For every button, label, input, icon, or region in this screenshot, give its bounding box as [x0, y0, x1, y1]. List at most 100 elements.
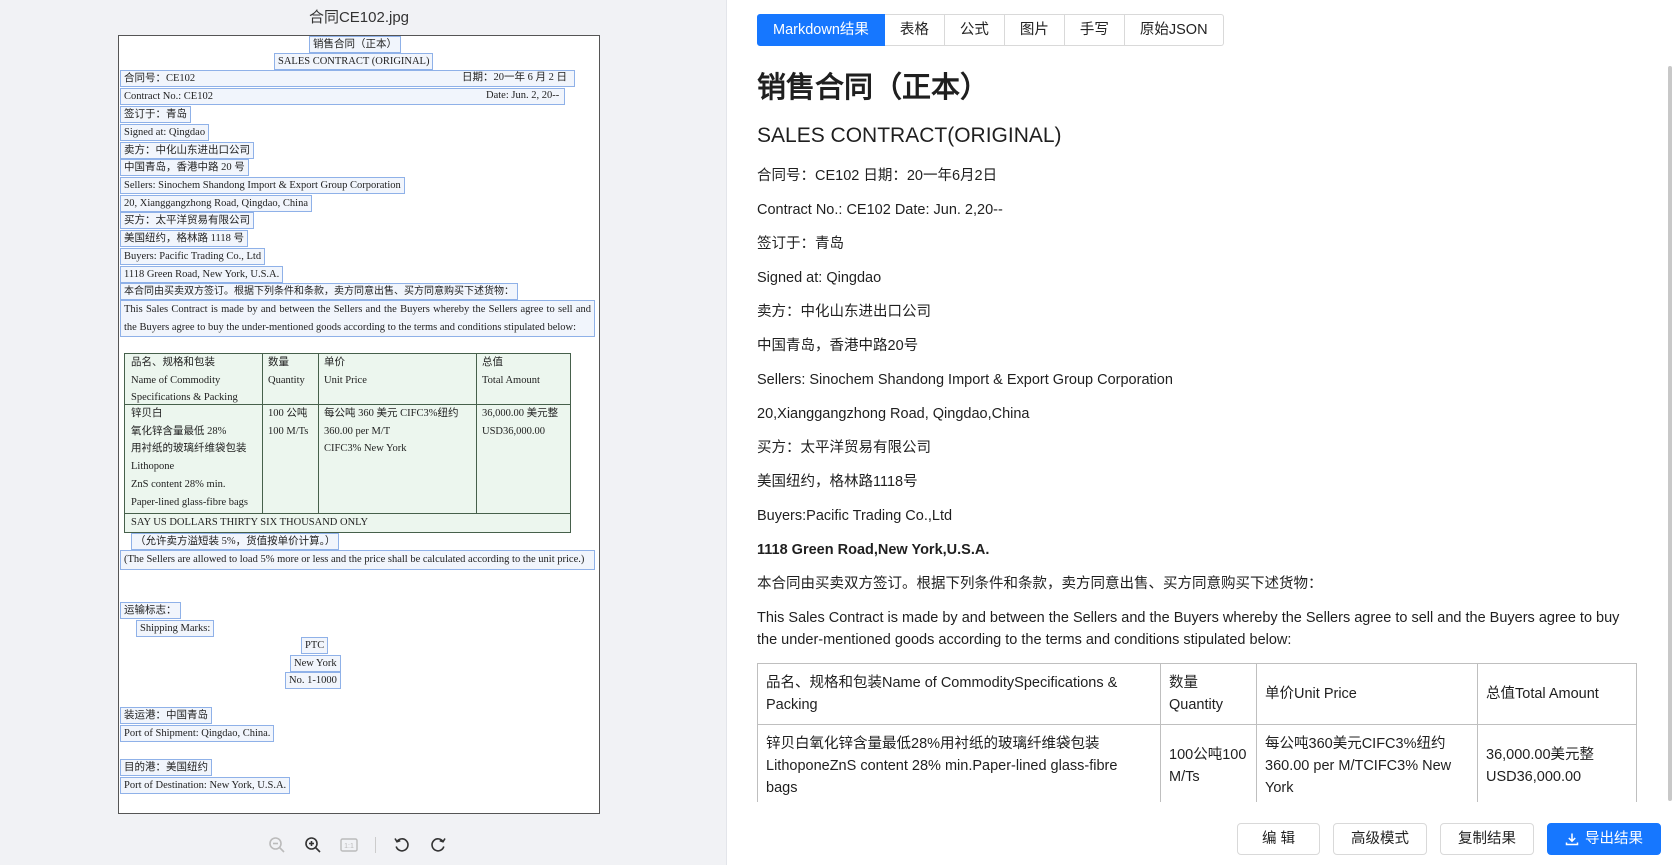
md-paragraph: 美国纽约，格林路1118号 [757, 474, 918, 490]
result-pane: Markdown结果 表格 公式 图片 手写 原始JSON 销售合同（正本） S… [728, 0, 1672, 865]
edit-button[interactable]: 编 辑 [1236, 823, 1320, 855]
tab-raw-json[interactable]: 原始JSON [1124, 14, 1224, 46]
doc-line[interactable]: Signed at: Qingdao [120, 124, 210, 141]
table-cell: 每公吨360美元CIFC3%纽约 360.00 per M/TCIFC3% Ne… [1256, 724, 1478, 802]
download-icon [1565, 833, 1579, 846]
doc-table-cell: 每公吨 360 美元 CIFC3%纽约 [324, 408, 459, 419]
doc-table-cell: 总值 [482, 357, 503, 368]
doc-line[interactable]: 美国纽约，格林路 1118 号 [120, 230, 248, 247]
table-header-cell: 数量Quantity [1160, 663, 1257, 725]
doc-table-cell: Lithopone [131, 461, 175, 473]
md-paragraph-bold: 1118 Green Road,New York,U.S.A. [757, 542, 990, 558]
doc-goods-table[interactable]: 品名、规格和包装 Name of Commodity Specification… [124, 353, 571, 533]
doc-table-cell: Paper-lined glass-fibre bags [131, 496, 249, 508]
doc-line[interactable]: 销售合同（正本） [309, 36, 401, 53]
doc-line[interactable]: Shipping Marks: [136, 620, 215, 637]
doc-table-cell: 锌贝白 [131, 408, 163, 419]
file-name: 合同CE102.jpg [308, 9, 410, 26]
doc-line[interactable]: New York [290, 655, 341, 672]
md-paragraph: Buyers:Pacific Trading Co.,Ltd [757, 508, 953, 524]
doc-line[interactable]: 签订于：青岛 [120, 106, 191, 123]
doc-table-cell: Name of Commodity [131, 374, 221, 386]
doc-line[interactable]: Port of Destination: New York, U.S.A. [120, 777, 291, 794]
md-paragraph: Sellers: Sinochem Shandong Import & Expo… [757, 372, 1173, 388]
doc-table-cell: 单价 [324, 357, 345, 368]
table-header-cell: 单价Unit Price [1256, 663, 1478, 725]
doc-table-cell: 360.00 per M/T [324, 425, 391, 437]
doc-line[interactable]: 目的港：美国纽约 [120, 759, 212, 776]
doc-table-cell: 100 M/Ts [268, 425, 309, 437]
rotate-right-icon[interactable] [427, 834, 449, 856]
zoom-toolbar: 1:1 [0, 834, 718, 856]
doc-line[interactable]: This Sales Contract is made by and betwe… [120, 300, 595, 337]
doc-line[interactable]: 1118 Green Road, New York, U.S.A. [120, 266, 284, 283]
doc-table-cell: 用衬纸的玻璃纤维袋包装 [131, 443, 247, 455]
doc-line[interactable]: 中国青岛，香港中路 20 号 [120, 159, 249, 176]
doc-table-cell: CIFC3% New York [324, 443, 407, 455]
zoom-out-icon[interactable] [266, 834, 288, 856]
zoom-in-icon[interactable] [302, 834, 324, 856]
tab-markdown[interactable]: Markdown结果 [757, 14, 885, 46]
doc-line[interactable]: Port of Shipment: Qingdao, China. [120, 725, 275, 742]
actual-size-icon[interactable]: 1:1 [338, 834, 360, 856]
doc-line[interactable]: 装运港：中国青岛 [120, 707, 212, 724]
table-cell: 锌贝白氧化锌含量最低28%用衬纸的玻璃纤维袋包装LithoponeZnS con… [757, 724, 1161, 802]
doc-table-cell: 氧化锌含量最低 28% [131, 425, 227, 437]
md-paragraph: 合同号：CE102 日期：20一年6月2日 [757, 168, 998, 184]
action-bar: 编 辑 高级模式 复制结果 导出结果 [1236, 823, 1661, 855]
md-paragraph: 签订于：青岛 [757, 236, 844, 252]
rotate-left-icon[interactable] [391, 834, 413, 856]
table-row: 锌贝白氧化锌含量最低28%用衬纸的玻璃纤维袋包装LithoponeZnS con… [757, 724, 1637, 802]
copy-result-button[interactable]: 复制结果 [1440, 823, 1534, 855]
doc-table-cell: USD36,000.00 [482, 425, 546, 437]
table-header-cell: 品名、规格和包装Name of CommoditySpecifications … [757, 663, 1161, 725]
doc-line[interactable]: SALES CONTRACT (ORIGINAL) [274, 53, 434, 70]
table-header-cell: 总值Total Amount [1477, 663, 1637, 725]
toolbar-divider [375, 837, 376, 853]
md-paragraph: 卖方：中化山东进出口公司 [757, 304, 931, 320]
document-preview-pane: 合同CE102.jpg 销售合同（正本） SALES CONTRACT (ORI… [0, 0, 727, 865]
document-page: 销售合同（正本） SALES CONTRACT (ORIGINAL) 合同号：C… [118, 35, 600, 814]
advanced-mode-button[interactable]: 高级模式 [1333, 823, 1427, 855]
tab-handwriting[interactable]: 手写 [1064, 14, 1125, 46]
markdown-result: 销售合同（正本） SALES CONTRACT(ORIGINAL) 合同号：CE… [757, 60, 1637, 802]
doc-table-cell: 数量 [268, 357, 289, 368]
doc-table-total: SAY US DOLLARS THIRTY SIX THOUSAND ONLY [131, 517, 369, 528]
tab-image[interactable]: 图片 [1004, 14, 1065, 46]
tab-table[interactable]: 表格 [884, 14, 945, 46]
md-paragraph: Signed at: Qingdao [757, 270, 882, 286]
doc-table-cell: 36,000.00 美元整 [482, 408, 559, 419]
scrollbar[interactable] [1668, 66, 1672, 801]
md-paragraph: 买方：太平洋贸易有限公司 [757, 440, 931, 456]
md-heading-2: SALES CONTRACT(ORIGINAL) [757, 124, 1062, 147]
doc-line[interactable]: Buyers: Pacific Trading Co., Ltd [120, 248, 266, 265]
doc-table-cell: Total Amount [482, 374, 540, 386]
doc-line[interactable]: PTC [301, 637, 329, 654]
doc-table-cell: 品名、规格和包装 [131, 357, 215, 368]
doc-line[interactable]: 20, Xianggangzhong Road, Qingdao, China [120, 195, 313, 212]
doc-line[interactable]: Sellers: Sinochem Shandong Import & Expo… [120, 177, 405, 194]
doc-line[interactable]: No. 1-1000 [285, 672, 341, 689]
export-result-button[interactable]: 导出结果 [1547, 823, 1661, 855]
doc-line: Date: Jun. 2, 20-- [486, 90, 560, 101]
table-cell: 100公吨100 M/Ts [1160, 724, 1257, 802]
doc-line: 日期：20一年 6 月 2 日 [462, 72, 567, 83]
doc-line[interactable]: 本合同由买卖双方签订。根据下列条件和条款，卖方同意出售、买方同意购买下述货物： [120, 283, 518, 300]
svg-text:1:1: 1:1 [344, 843, 354, 850]
doc-line[interactable]: 买方：太平洋贸易有限公司 [120, 212, 254, 229]
doc-line[interactable]: 卖方：中化山东进出口公司 [120, 142, 254, 159]
doc-table-cell: ZnS content 28% min. [131, 478, 226, 490]
doc-table-cell: Quantity [268, 374, 305, 386]
doc-line[interactable]: 运输标志： [120, 602, 181, 619]
md-heading-1: 销售合同（正本） [757, 72, 990, 104]
table-header-row: 品名、规格和包装Name of CommoditySpecifications … [757, 663, 1637, 725]
doc-table-cell: Unit Price [324, 374, 367, 386]
tab-formula[interactable]: 公式 [944, 14, 1005, 46]
doc-line[interactable]: (The Sellers are allowed to load 5% more… [120, 550, 595, 570]
result-tabs: Markdown结果 表格 公式 图片 手写 原始JSON [757, 14, 1224, 46]
md-paragraph: Contract No.: CE102 Date: Jun. 2,20-- [757, 202, 1003, 218]
doc-line[interactable]: （允许卖方溢短装 5%，货值按单价计算。） [131, 533, 340, 550]
md-table: 品名、规格和包装Name of CommoditySpecifications … [757, 663, 1637, 802]
table-cell: 36,000.00美元整USD36,000.00 [1477, 724, 1637, 802]
md-paragraph: 中国青岛，香港中路20号 [757, 338, 919, 354]
